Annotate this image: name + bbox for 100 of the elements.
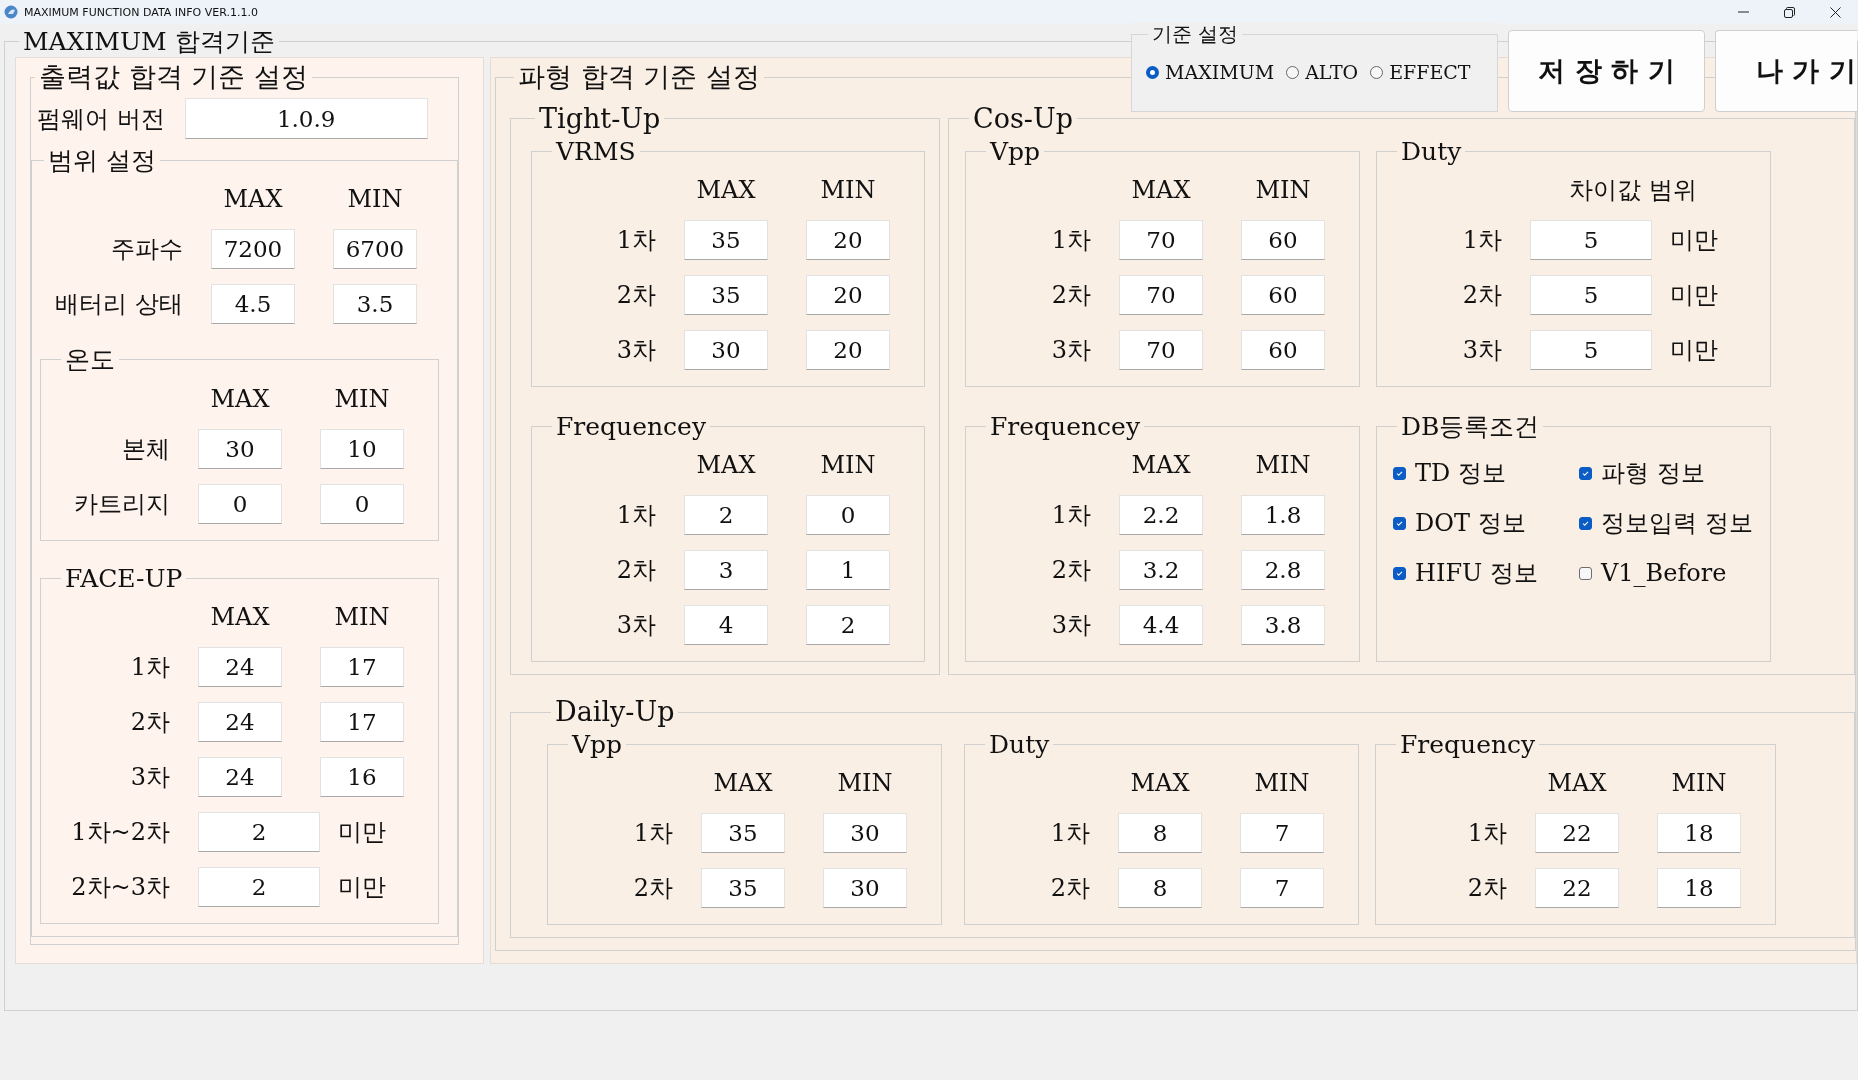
row-label: 카트리지 bbox=[74, 488, 171, 520]
input-field[interactable]: 70 bbox=[1119, 330, 1203, 370]
input-field[interactable]: 24 bbox=[198, 756, 282, 797]
input-field[interactable]: 3 bbox=[684, 550, 768, 591]
input-field[interactable]: 1 bbox=[806, 550, 890, 591]
input-field[interactable]: 5 bbox=[1530, 275, 1652, 315]
row-label: 2차 bbox=[1051, 555, 1092, 587]
input-field[interactable]: 30 bbox=[684, 330, 768, 370]
radio-label: MAXIMUM bbox=[1165, 61, 1275, 83]
unit-label: 미만 bbox=[337, 816, 387, 848]
row-label: 1차 bbox=[616, 225, 657, 256]
column-header: MIN bbox=[1253, 768, 1311, 799]
input-field[interactable]: 30 bbox=[198, 428, 282, 469]
input-field[interactable]: 60 bbox=[1241, 275, 1325, 315]
input-field[interactable]: 35 bbox=[684, 220, 768, 260]
input-field[interactable]: 20 bbox=[806, 275, 890, 315]
input-field[interactable]: 5 bbox=[1530, 330, 1652, 370]
row-label: 2차 bbox=[616, 555, 657, 587]
input-field[interactable]: 3.2 bbox=[1119, 550, 1203, 591]
input-field[interactable]: 24 bbox=[198, 646, 282, 687]
row-label: 2차 bbox=[1051, 280, 1092, 311]
column-header: MIN bbox=[836, 768, 894, 799]
input-field[interactable]: 1.0.9 bbox=[184, 98, 428, 139]
input-field[interactable]: 4 bbox=[684, 605, 768, 646]
input-field[interactable]: 16 bbox=[320, 756, 404, 797]
input-field[interactable]: 10 bbox=[320, 428, 404, 469]
column-header: MAX bbox=[695, 450, 757, 481]
input-field[interactable]: 7200 bbox=[211, 229, 295, 270]
checkbox-label: 파형 정보 bbox=[1601, 458, 1705, 489]
row-label: 2차 bbox=[616, 280, 657, 311]
input-field[interactable]: 4.5 bbox=[211, 284, 295, 325]
input-field[interactable]: 70 bbox=[1119, 220, 1203, 260]
radio-button[interactable] bbox=[1370, 65, 1384, 79]
group-title: 출력값 합격 기준 설정 bbox=[39, 61, 308, 93]
close-icon[interactable] bbox=[1829, 6, 1841, 18]
group-title: Frequency bbox=[1400, 730, 1536, 759]
input-field[interactable]: 8 bbox=[1118, 868, 1202, 909]
group-title: Vpp bbox=[572, 730, 623, 759]
checkbox[interactable] bbox=[1579, 566, 1592, 580]
restore-icon[interactable] bbox=[1783, 6, 1795, 18]
input-field[interactable]: 18 bbox=[1657, 868, 1741, 909]
action-button[interactable]: 나 가 기 bbox=[1715, 30, 1857, 112]
input-field[interactable]: 35 bbox=[701, 813, 785, 854]
input-field[interactable]: 35 bbox=[701, 868, 785, 909]
action-button[interactable]: 저 장 하 기 bbox=[1508, 30, 1705, 112]
column-header: MAX bbox=[209, 383, 271, 414]
input-field[interactable]: 60 bbox=[1241, 220, 1325, 260]
row-label: 2차 bbox=[1050, 873, 1091, 905]
input-field[interactable]: 60 bbox=[1241, 330, 1325, 370]
column-header: MIN bbox=[333, 601, 391, 632]
group-title: Duty bbox=[989, 730, 1050, 759]
input-field[interactable]: 0 bbox=[198, 483, 282, 524]
input-field[interactable]: 2.8 bbox=[1241, 550, 1325, 591]
input-field[interactable]: 22 bbox=[1535, 813, 1619, 854]
input-field[interactable]: 6700 bbox=[333, 229, 417, 270]
input-field[interactable]: 70 bbox=[1119, 275, 1203, 315]
input-field[interactable]: 2.2 bbox=[1119, 495, 1203, 536]
input-field[interactable]: 17 bbox=[320, 701, 404, 742]
input-field[interactable]: 20 bbox=[806, 330, 890, 370]
input-field[interactable]: 1.8 bbox=[1241, 495, 1325, 536]
input-field[interactable]: 4.4 bbox=[1119, 605, 1203, 646]
input-field[interactable]: 0 bbox=[806, 495, 890, 536]
minimize-icon[interactable] bbox=[1737, 11, 1749, 13]
unit-label: 미만 bbox=[1669, 225, 1719, 256]
input-field[interactable]: 0 bbox=[320, 483, 404, 524]
checkbox[interactable] bbox=[1393, 516, 1406, 530]
input-field[interactable]: 30 bbox=[823, 813, 907, 854]
row-label: 2차 bbox=[129, 706, 171, 738]
input-field[interactable]: 5 bbox=[1530, 220, 1652, 260]
input-field[interactable]: 35 bbox=[684, 275, 768, 315]
input-field[interactable]: 7 bbox=[1240, 868, 1324, 909]
input-field[interactable]: 2 bbox=[806, 605, 890, 646]
checkbox[interactable] bbox=[1393, 566, 1406, 580]
checkbox-label: 정보입력 정보 bbox=[1601, 508, 1753, 539]
window-title: MAXIMUM FUNCTION DATA INFO VER.1.1.0 bbox=[24, 5, 258, 19]
row-label: 3차 bbox=[1051, 610, 1092, 642]
group-title: DB등록조건 bbox=[1401, 412, 1540, 441]
input-field[interactable]: 2 bbox=[198, 811, 320, 852]
input-field[interactable]: 20 bbox=[806, 220, 890, 260]
row-label: 1차 bbox=[129, 651, 171, 683]
input-field[interactable]: 22 bbox=[1535, 868, 1619, 909]
input-field[interactable]: 8 bbox=[1118, 813, 1202, 854]
row-label: 1차 bbox=[1050, 818, 1091, 850]
row-label: 3차 bbox=[1462, 335, 1503, 366]
input-field[interactable]: 18 bbox=[1657, 813, 1741, 854]
checkbox[interactable] bbox=[1579, 466, 1592, 480]
input-field[interactable]: 3.5 bbox=[333, 284, 417, 325]
input-field[interactable]: 2 bbox=[684, 495, 768, 536]
input-field[interactable]: 24 bbox=[198, 701, 282, 742]
column-header: MAX bbox=[1546, 768, 1608, 799]
checkbox[interactable] bbox=[1393, 466, 1406, 480]
input-field[interactable]: 3.8 bbox=[1241, 605, 1325, 646]
input-field[interactable]: 30 bbox=[823, 868, 907, 909]
checkbox[interactable] bbox=[1579, 516, 1592, 530]
input-field[interactable]: 7 bbox=[1240, 813, 1324, 854]
radio-button[interactable] bbox=[1286, 65, 1300, 79]
input-field[interactable]: 17 bbox=[320, 646, 404, 687]
input-field[interactable]: 2 bbox=[198, 866, 320, 907]
radio-button[interactable] bbox=[1146, 65, 1159, 79]
group-title: Tight-Up bbox=[539, 103, 661, 134]
